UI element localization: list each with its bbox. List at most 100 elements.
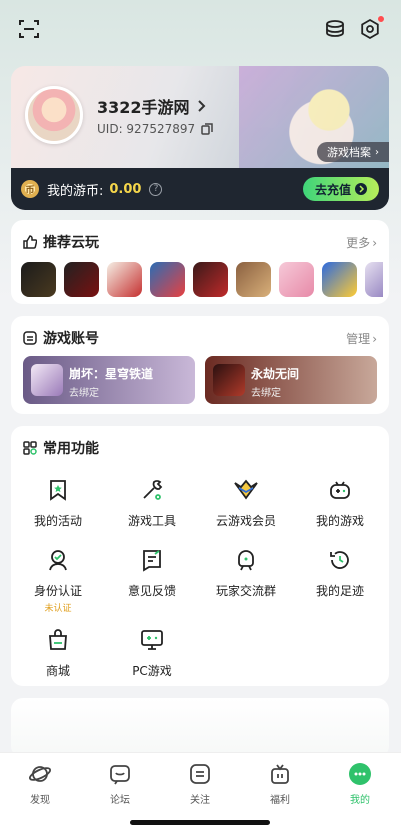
game-icon-row	[21, 262, 383, 297]
chevron-right-icon	[355, 183, 367, 195]
accounts-title: 游戏账号	[23, 328, 99, 348]
settings-icon[interactable]	[357, 14, 386, 42]
tab-discover[interactable]: 发现	[0, 761, 80, 806]
shop-bag-icon	[44, 626, 72, 654]
account-item-naraka[interactable]: 永劫无间 去绑定	[205, 356, 377, 404]
uid-row: UID: 927527897	[97, 122, 213, 136]
features-title: 常用功能	[23, 438, 99, 458]
feature-label: 玩家交流群	[215, 584, 276, 598]
game-icon[interactable]	[279, 262, 314, 297]
recommend-title: 推荐云玩	[23, 232, 99, 252]
chat-group-icon	[232, 546, 260, 574]
tab-label: 福利	[270, 795, 290, 806]
verify-status: 未认证	[44, 604, 72, 614]
follow-icon	[187, 761, 213, 787]
home-indicator	[130, 820, 270, 825]
chevron-right-icon: ›	[372, 331, 377, 346]
naraka-game-icon	[213, 364, 245, 396]
tab-welfare[interactable]: 福利	[240, 761, 320, 806]
feature-player-group[interactable]: 玩家交流群	[199, 546, 293, 599]
feature-label: 身份认证	[33, 584, 82, 598]
chevron-right-icon	[197, 100, 205, 112]
coin-value: 0.00	[109, 181, 142, 197]
game-icon[interactable]	[21, 262, 56, 297]
coin-icon: 币	[21, 180, 39, 198]
archive-label: 游戏档案	[327, 146, 371, 159]
wrench-icon	[138, 476, 166, 504]
game-icon[interactable]	[64, 262, 99, 297]
game-accounts-card: 游戏账号 管理 › 崩坏：星穹铁道 去绑定 永劫无间 去绑定	[11, 316, 389, 414]
copy-icon[interactable]	[201, 123, 213, 135]
account-bind-link[interactable]: 去绑定	[251, 384, 281, 399]
planet-icon	[27, 761, 53, 787]
game-archive-button[interactable]: 游戏档案 ›	[317, 142, 389, 162]
uid-text: UID: 927527897	[97, 122, 196, 136]
feature-my-activity[interactable]: 我的活动	[11, 476, 105, 529]
gamepad-icon	[326, 476, 354, 504]
profile-card: 3322手游网 UID: 927527897 游戏档案 › 币 我的游币: 0.…	[11, 66, 389, 210]
feature-game-tools[interactable]: 游戏工具	[105, 476, 199, 529]
tab-forum[interactable]: 论坛	[80, 761, 160, 806]
id-verify-icon	[44, 546, 72, 574]
game-icon[interactable]	[322, 262, 357, 297]
feature-label: 我的足迹	[315, 584, 364, 598]
coin-label: 我的游币:	[47, 183, 104, 199]
game-icon[interactable]	[365, 262, 383, 297]
coin-bar: 币 我的游币: 0.00 ? 去充值	[11, 168, 389, 210]
tab-follow[interactable]: 关注	[160, 761, 240, 806]
recommend-more-link[interactable]: 更多 ›	[346, 234, 377, 251]
grid-icon	[23, 441, 37, 455]
account-item-starrail[interactable]: 崩坏：星穹铁道 去绑定	[23, 356, 195, 404]
feature-label: 游戏工具	[127, 514, 176, 528]
feature-id-verify[interactable]: 身份认证 未认证	[11, 546, 105, 614]
account-bind-link[interactable]: 去绑定	[69, 384, 99, 399]
tab-label: 关注	[190, 795, 210, 806]
thumbs-up-icon	[23, 235, 37, 249]
features-title-text: 常用功能	[43, 441, 99, 457]
accounts-title-text: 游戏账号	[43, 331, 99, 347]
notification-dot	[376, 14, 386, 24]
accounts-manage-link[interactable]: 管理 ›	[346, 330, 377, 347]
starrail-game-icon	[31, 364, 63, 396]
feature-label: 商城	[45, 664, 70, 678]
common-features-card: 常用功能 我的活动 游戏工具 云游戏会员 我的游戏 身份认证 未认证 意见反馈	[11, 426, 389, 686]
feature-label: 我的游戏	[315, 514, 364, 528]
chevron-right-icon: ›	[375, 146, 379, 158]
tab-me[interactable]: 我的	[320, 761, 400, 806]
recharge-button[interactable]: 去充值	[302, 177, 379, 201]
account-icon	[23, 331, 37, 345]
pc-game-icon	[138, 626, 166, 654]
history-icon	[326, 546, 354, 574]
profile-name-text: 3322手游网	[97, 98, 190, 117]
game-icon[interactable]	[193, 262, 228, 297]
coupon-icon[interactable]	[322, 16, 348, 42]
feature-my-games[interactable]: 我的游戏	[293, 476, 387, 529]
scan-icon[interactable]	[16, 16, 42, 42]
feature-feedback[interactable]: 意见反馈	[105, 546, 199, 599]
partial-card	[11, 698, 389, 758]
recommend-title-text: 推荐云玩	[43, 235, 99, 251]
more-label: 更多	[346, 236, 371, 250]
feature-label: 意见反馈	[127, 584, 176, 598]
recharge-label: 去充值	[314, 182, 351, 197]
feedback-icon	[138, 546, 166, 574]
avatar[interactable]	[25, 86, 83, 144]
feature-label: 我的活动	[33, 514, 82, 528]
tab-label: 我的	[350, 795, 370, 806]
profile-name[interactable]: 3322手游网	[97, 94, 206, 118]
top-bar	[0, 0, 401, 60]
manage-label: 管理	[346, 332, 371, 346]
tab-label: 论坛	[110, 795, 130, 806]
gift-icon	[267, 761, 293, 787]
game-icon[interactable]	[236, 262, 271, 297]
tab-label: 发现	[30, 795, 50, 806]
feature-cloud-vip[interactable]: 云游戏会员	[199, 476, 293, 529]
help-icon[interactable]: ?	[149, 182, 163, 196]
bookmark-star-icon	[44, 476, 72, 504]
feature-shop[interactable]: 商城	[11, 626, 105, 679]
game-icon[interactable]	[150, 262, 185, 297]
feature-my-footprint[interactable]: 我的足迹	[293, 546, 387, 599]
game-icon[interactable]	[107, 262, 142, 297]
recommend-card: 推荐云玩 更多 ›	[11, 220, 389, 304]
feature-pc-game[interactable]: PC游戏	[105, 626, 199, 679]
